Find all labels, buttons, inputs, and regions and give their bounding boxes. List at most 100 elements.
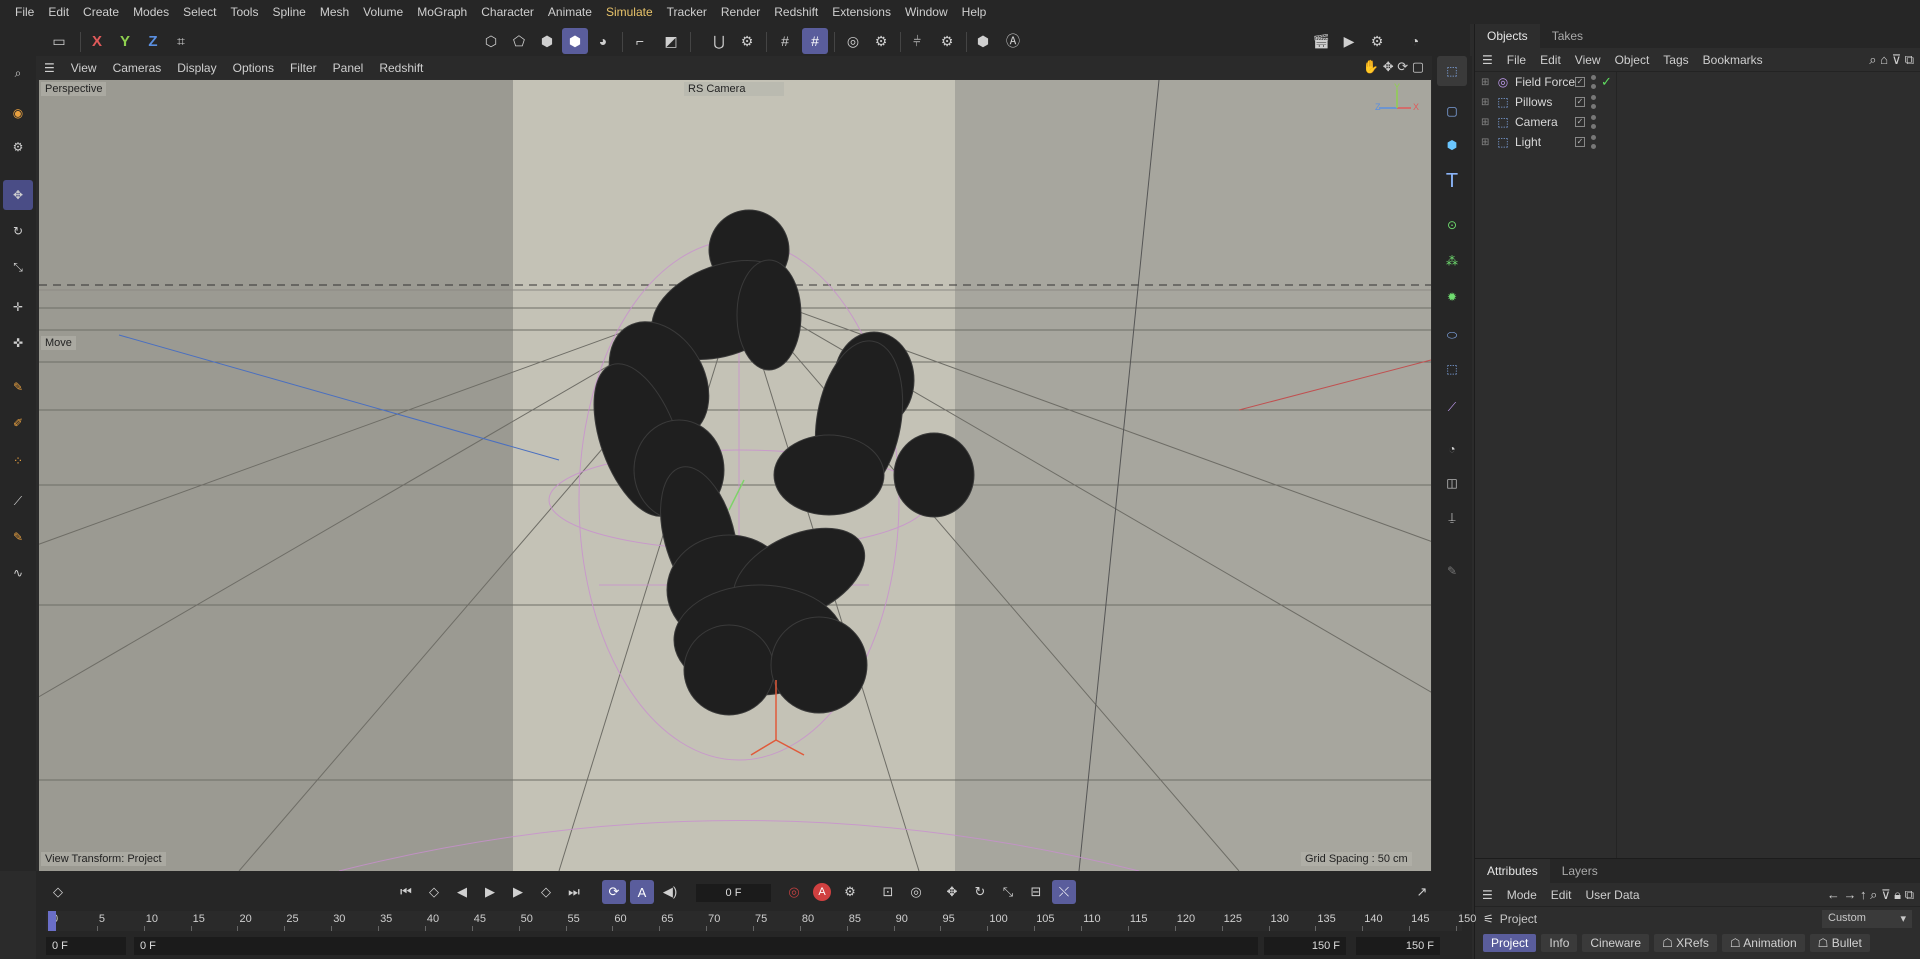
menu-create[interactable]: Create [76, 5, 126, 19]
brush-icon[interactable]: ⟋ [3, 486, 33, 516]
menu-spline[interactable]: Spline [265, 5, 312, 19]
texture-mode-icon[interactable]: ◕ [590, 28, 616, 54]
rotate-tool-icon[interactable]: ↻ [3, 216, 33, 246]
viewport-menu-view[interactable]: View [63, 61, 105, 75]
goto-end-icon[interactable]: ⏭ [562, 880, 586, 904]
timeline-graph-icon[interactable]: ↗ [1410, 880, 1434, 904]
live-selection-icon[interactable]: ◉ [3, 98, 33, 128]
twist-icon[interactable]: ∿ [3, 558, 33, 588]
selection-settings-icon[interactable]: ⚙ [3, 132, 33, 162]
tab-attributes[interactable]: Attributes [1475, 859, 1550, 883]
symmetry-settings-icon[interactable]: ⚙ [934, 28, 960, 54]
section-info-button[interactable]: Info [1541, 934, 1578, 952]
menu-extensions[interactable]: Extensions [825, 5, 898, 19]
visibility-checkbox[interactable]: ✓ [1575, 117, 1585, 127]
visibility-dots[interactable] [1591, 135, 1597, 149]
points-mode-icon[interactable]: ⬡ [478, 28, 504, 54]
expand-icon[interactable]: ⊞ [1481, 77, 1493, 88]
coordinate-system-icon[interactable]: ⌗ [168, 28, 194, 54]
axis-z-button[interactable]: Z [140, 28, 166, 54]
visibility-checkbox[interactable]: ✓ [1575, 137, 1585, 147]
polygons-mode-icon[interactable]: ⬢ [534, 28, 560, 54]
spline-rectangle-icon[interactable]: ▢ [1437, 96, 1467, 126]
loop-icon[interactable]: ⟳ [602, 880, 626, 904]
deformer-icon[interactable]: ⬭ [1437, 320, 1467, 350]
viewport-nav-icons[interactable]: ✋ ✥ ⟳ ▢ [1363, 59, 1424, 75]
viewport-menu-panel[interactable]: Panel [325, 61, 372, 75]
cloner-icon[interactable]: ⊙ [1437, 210, 1467, 240]
spline-pen-icon[interactable]: ✎ [3, 372, 33, 402]
objects-menu-view[interactable]: View [1568, 53, 1608, 67]
model-mode-icon[interactable]: ⬢ [562, 28, 588, 54]
expand-icon[interactable]: ⊞ [1481, 117, 1493, 128]
menu-help[interactable]: Help [955, 5, 994, 19]
prev-key-icon[interactable]: ◇ [422, 880, 446, 904]
scale-tool-icon[interactable]: ⤡ [3, 252, 33, 282]
attributes-nav-icons[interactable]: ← → ↑ ⌕ ⊽ 🔒︎ ⧉ [1827, 887, 1920, 903]
motion-icon[interactable]: ◎ [904, 880, 928, 904]
menu-render[interactable]: Render [714, 5, 767, 19]
layout-icon[interactable]: ◔ [1402, 28, 1428, 54]
asset-browser-icon[interactable]: Ⓐ [1000, 28, 1026, 54]
null-object-icon[interactable]: ⬚ [1437, 56, 1467, 86]
menu-volume[interactable]: Volume [356, 5, 410, 19]
object-row-camera[interactable]: ⊞ ⬚ Camera ✓ [1475, 112, 1920, 132]
effector-gear-icon[interactable]: ✹ [1437, 282, 1467, 312]
attributes-menu-icon[interactable]: ☰ [1475, 888, 1500, 902]
viewport-camera-label[interactable]: RS Camera [684, 82, 784, 96]
timeline-ruler[interactable]: 0510152025303540455055606570758085909510… [46, 911, 1476, 931]
preset-dropdown[interactable]: Custom ▾ [1822, 910, 1912, 928]
objects-menu-file[interactable]: File [1500, 53, 1533, 67]
viewport-solo-icon[interactable]: ◩ [658, 28, 684, 54]
menu-simulate[interactable]: Simulate [599, 5, 660, 19]
objects-menu-edit[interactable]: Edit [1533, 53, 1568, 67]
move-tool-icon[interactable]: ✥ [3, 180, 33, 210]
viewport-menu-display[interactable]: Display [169, 61, 224, 75]
menu-mograph[interactable]: MoGraph [410, 5, 474, 19]
menu-tools[interactable]: Tools [223, 5, 265, 19]
lock-icon[interactable]: ◎ [840, 28, 866, 54]
parameter-key-icon[interactable]: ⊟ [1024, 880, 1048, 904]
visibility-checkbox[interactable]: ✓ [1575, 97, 1585, 107]
environment-icon[interactable]: ◔ [1437, 434, 1467, 464]
menu-edit[interactable]: Edit [41, 5, 76, 19]
enabled-check-icon[interactable]: ✓ [1601, 74, 1612, 90]
keyframe-diamond-icon[interactable]: ◇ [46, 880, 70, 904]
objects-search-icons[interactable]: ⌕ ⌂ ⊽ ⧉ [1869, 52, 1920, 68]
object-row-pillows[interactable]: ⊞ ⬚ Pillows ✓ [1475, 92, 1920, 112]
snap-settings-icon[interactable]: ⚙ [734, 28, 760, 54]
menu-mesh[interactable]: Mesh [313, 5, 356, 19]
axis-x-button[interactable]: X [84, 28, 110, 54]
camera-icon[interactable]: ◫ [1437, 468, 1467, 498]
visibility-checkbox[interactable]: ✓ [1575, 77, 1585, 87]
menu-select[interactable]: Select [176, 5, 223, 19]
light-icon[interactable]: ⍊ [1437, 502, 1467, 532]
spline-sketch-icon[interactable]: ✐ [3, 408, 33, 438]
menu-character[interactable]: Character [474, 5, 541, 19]
subdivision-icon[interactable]: ⬚ [1437, 354, 1467, 384]
enable-axis-icon[interactable]: ⌐ [627, 28, 653, 54]
key-settings-icon[interactable]: ⚙ [838, 880, 862, 904]
attributes-menu-edit[interactable]: Edit [1544, 888, 1579, 902]
position-key-icon[interactable]: ✥ [940, 880, 964, 904]
keyframe-selection-icon[interactable]: ⊡ [876, 880, 900, 904]
viewport[interactable]: Perspective RS Camera Move View Transfor… [39, 80, 1431, 871]
menu-redshift[interactable]: Redshift [767, 5, 825, 19]
render-view-icon[interactable]: ▶ [1336, 28, 1362, 54]
tab-objects[interactable]: Objects [1475, 24, 1540, 48]
playhead[interactable] [48, 911, 56, 931]
menu-file[interactable]: File [8, 5, 41, 19]
menu-modes[interactable]: Modes [126, 5, 176, 19]
clapboard-icon[interactable]: 🎬︎ [1308, 28, 1334, 54]
viewport-menu-redshift[interactable]: Redshift [371, 61, 431, 75]
viewport-menu-cameras[interactable]: Cameras [105, 61, 170, 75]
symmetry-icon[interactable]: ⫩ [904, 28, 930, 54]
edges-mode-icon[interactable]: ⬠ [506, 28, 532, 54]
cube-icon[interactable]: ⬢ [1437, 130, 1467, 160]
section-xrefs-button[interactable]: ☖ XRefs [1654, 934, 1717, 952]
play-icon[interactable]: ▶ [478, 880, 502, 904]
autokey-icon[interactable]: A [810, 880, 834, 904]
expand-icon[interactable]: ⊞ [1481, 97, 1493, 108]
undo-history-icon[interactable]: ▭ [46, 28, 72, 54]
snap-icon[interactable]: ⋃ [706, 28, 732, 54]
